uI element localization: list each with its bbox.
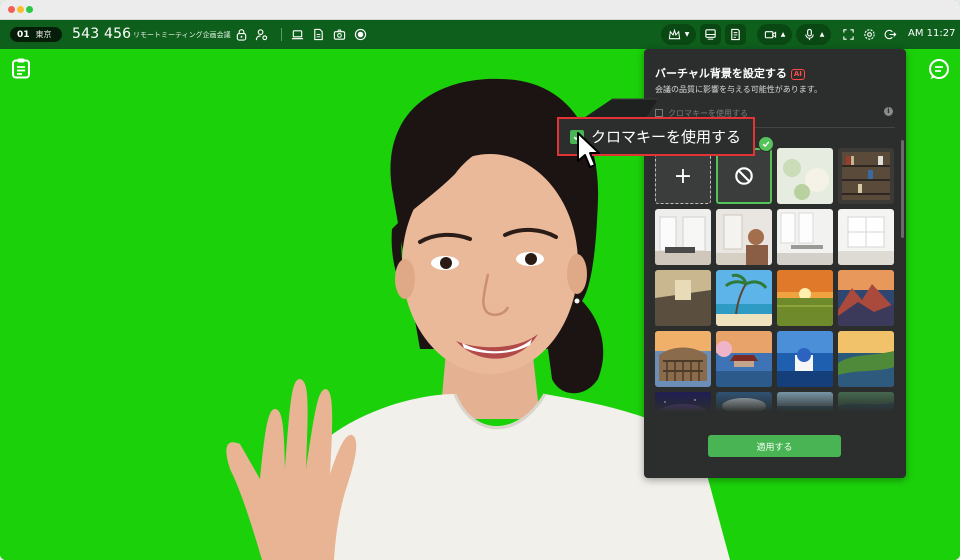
clock: AM 11:27 (908, 28, 956, 39)
background-thumbnail-santorini[interactable] (777, 331, 833, 387)
grid-fade-overlay (654, 386, 898, 412)
fullscreen-icon[interactable] (842, 28, 855, 41)
microphone-button[interactable]: ▲ (796, 24, 831, 45)
document-icon[interactable] (312, 28, 325, 41)
title-bar (0, 0, 960, 20)
virtual-background-panel: バーチャル背景を設定する AI 会議の品質に影響を与える可能性があります。 クロマ… (644, 49, 906, 478)
room-city: 東京 (35, 30, 52, 39)
callout-label: クロマキーを使用する (591, 128, 742, 146)
background-thumbnail-tropical-beach[interactable] (716, 270, 772, 326)
layout-button[interactable] (700, 24, 721, 45)
apply-button[interactable]: 適用する (708, 435, 841, 457)
chat-icon[interactable] (928, 58, 950, 80)
background-thumbnail-lobby[interactable] (655, 270, 711, 326)
video-icon (764, 31, 776, 39)
laptop-icon[interactable] (291, 28, 304, 41)
plus-icon: + (673, 163, 693, 189)
background-thumbnail-colosseum[interactable] (655, 331, 711, 387)
exit-icon[interactable] (884, 28, 897, 41)
room-badge[interactable]: 01 東京 (10, 27, 62, 42)
info-icon[interactable]: i (884, 107, 893, 116)
lock-icon[interactable] (235, 28, 248, 41)
no-background-icon (735, 167, 753, 185)
user-settings-icon[interactable] (255, 28, 268, 41)
window-close-button[interactable] (8, 6, 15, 13)
background-thumbnail-blur-bokeh[interactable] (777, 148, 833, 204)
background-thumbnail-office-desk[interactable] (716, 209, 772, 265)
camera-icon[interactable] (333, 28, 346, 41)
chroma-key-checkbox[interactable] (655, 109, 663, 117)
window-maximize-button[interactable] (26, 6, 33, 13)
background-thumbnail-dining-room[interactable] (777, 209, 833, 265)
notes-button[interactable] (725, 24, 746, 45)
caret-up-icon: ▲ (819, 31, 825, 38)
record-icon[interactable] (354, 28, 367, 41)
meeting-title: リモートミーティング企画会議 (133, 31, 231, 39)
background-thumbnail-coast-sunset[interactable] (838, 331, 894, 387)
background-thumbnail-field-sunset[interactable] (777, 270, 833, 326)
background-thumbnail-grid: + (654, 140, 898, 412)
video-button[interactable]: ▲ (757, 24, 792, 45)
add-background-button[interactable]: + (655, 148, 711, 204)
background-thumbnail-pagoda-lake[interactable] (716, 331, 772, 387)
caret-down-icon: ▼ (684, 31, 690, 38)
no-background-option[interactable] (716, 148, 772, 204)
background-thumbnail-mountains-sunset[interactable] (838, 270, 894, 326)
crown-icon (668, 28, 680, 40)
notes-icon (731, 28, 740, 41)
toolbar-divider (281, 28, 282, 41)
mouse-cursor-icon (577, 132, 600, 168)
microphone-icon (804, 28, 814, 41)
layout-icon (705, 29, 716, 40)
panel-title-text: バーチャル背景を設定する (655, 67, 787, 80)
panel-subtitle: 会議の品質に影響を与える可能性があります。 (655, 85, 822, 94)
meeting-toolbar: 01 東京 543 456 リモートミーティング企画会議 ▼ ▲ ▲ AM 11… (0, 20, 960, 49)
selected-check-icon (758, 136, 774, 152)
panel-title: バーチャル背景を設定する AI (655, 65, 805, 81)
panel-scrollbar[interactable] (901, 140, 904, 238)
meeting-id: 543 456 (72, 26, 132, 42)
caret-up-icon: ▲ (780, 31, 786, 38)
clipboard-icon[interactable] (10, 57, 32, 79)
background-thumbnail-white-room[interactable] (655, 209, 711, 265)
room-number: 01 (17, 29, 30, 40)
gear-icon[interactable] (863, 28, 876, 41)
window-minimize-button[interactable] (17, 6, 24, 13)
ai-badge: AI (790, 69, 805, 80)
background-thumbnail-bookshelf[interactable] (838, 148, 894, 204)
background-thumbnail-white-interior[interactable] (838, 209, 894, 265)
host-controls-button[interactable]: ▼ (661, 24, 696, 45)
app-window: 01 東京 543 456 リモートミーティング企画会議 ▼ ▲ ▲ AM 11… (0, 0, 960, 560)
